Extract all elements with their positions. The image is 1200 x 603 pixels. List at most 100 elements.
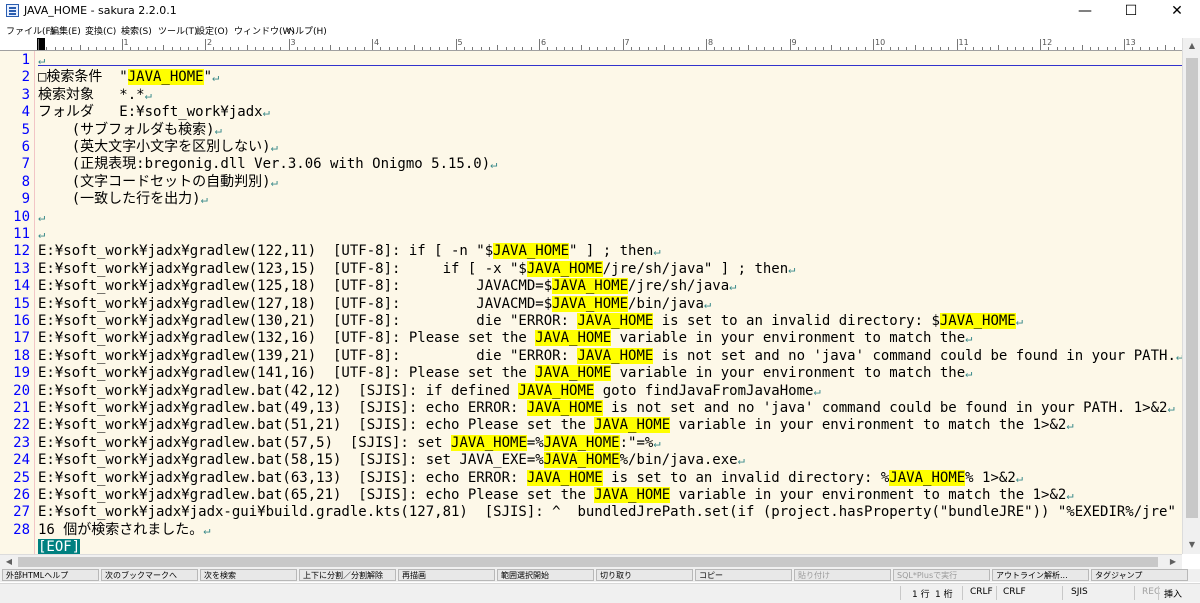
line-number[interactable]: 16 [0, 313, 30, 330]
line-number[interactable]: 28 [0, 522, 30, 539]
line-number[interactable]: 22 [0, 417, 30, 434]
function-key-button[interactable]: タグジャンプ [1091, 569, 1188, 581]
function-key-button[interactable]: 切り取り [596, 569, 693, 581]
text-line[interactable]: E:¥soft_work¥jadx¥gradlew.bat(58,15) [SJ… [38, 452, 745, 469]
line-number[interactable]: 15 [0, 296, 30, 313]
minimize-button[interactable]: — [1062, 0, 1108, 22]
vertical-scrollbar[interactable]: ▲ ▼ [1182, 38, 1200, 554]
line-number[interactable]: 10 [0, 209, 30, 226]
line-number[interactable]: 17 [0, 330, 30, 347]
text-line[interactable]: E:¥soft_work¥jadx¥gradlew.bat(42,12) [SJ… [38, 382, 821, 400]
horizontal-scrollbar[interactable]: ◀ ▶ [0, 554, 1182, 569]
function-key-button[interactable]: 再描画 [398, 569, 495, 581]
text-line[interactable]: 16 個が検索されました。↵ [38, 522, 211, 539]
ruler[interactable]: 1 2 3 4 5 6 7 8 9 10 11 12 13 [0, 38, 1182, 51]
function-key-button[interactable]: アウトライン解析... [992, 569, 1089, 581]
menu-item[interactable]: 検索(S) [121, 24, 152, 37]
line-number[interactable]: 7 [0, 156, 30, 173]
text-line[interactable]: ↵ [38, 209, 45, 226]
text-line[interactable]: フォルダ E:¥soft_work¥jadx↵ [38, 104, 270, 121]
menu-item[interactable]: 変換(C) [85, 24, 116, 37]
scroll-up-arrow-icon[interactable]: ▲ [1183, 41, 1200, 50]
maximize-button[interactable]: ☐ [1108, 0, 1154, 22]
menu-item[interactable]: 編集(E) [50, 24, 81, 37]
line-number[interactable]: 18 [0, 348, 30, 365]
horizontal-scroll-thumb[interactable] [18, 557, 1158, 567]
text-line[interactable]: E:¥soft_work¥jadx¥gradlew(125,18) [UTF-8… [38, 278, 736, 295]
scroll-left-arrow-icon[interactable]: ◀ [0, 557, 18, 566]
ruler-tick [472, 47, 474, 50]
line-number[interactable]: 24 [0, 452, 30, 469]
scroll-down-arrow-icon[interactable]: ▼ [1183, 540, 1200, 549]
text-line[interactable]: (正規表現:bregonig.dll Ver.3.06 with Onigmo … [38, 156, 498, 173]
line-number[interactable]: 9 [0, 191, 30, 208]
text-segment: =% [526, 434, 544, 451]
sakura-app-icon[interactable] [6, 4, 19, 17]
vertical-scroll-thumb[interactable] [1186, 58, 1198, 518]
menu-item[interactable]: ファイル(F) [6, 24, 54, 37]
ruler-tick [614, 47, 616, 50]
text-line[interactable]: E:¥soft_work¥jadx¥gradlew.bat(65,21) [SJ… [38, 487, 1074, 504]
text-line[interactable]: E:¥soft_work¥jadx¥gradlew(132,16) [UTF-8… [38, 330, 972, 347]
line-number[interactable]: 20 [0, 383, 30, 400]
editor-area[interactable]: 1 2 3 4 5 6 7 8 9 10 11 12 13 14 15 16 17 18 19 20 21 22 23 24 2… [0, 51, 1182, 554]
status-code[interactable]: CRLF [1003, 587, 1026, 597]
line-number[interactable]: 11 [0, 226, 30, 243]
status-insert-mode[interactable]: 挿入 [1164, 587, 1182, 600]
ruler-tick [906, 47, 908, 50]
text-line[interactable]: (文字コードセットの自動判別)↵ [38, 174, 278, 191]
line-number[interactable]: 8 [0, 174, 30, 191]
text-line[interactable]: ↵ [38, 226, 45, 243]
function-key-button[interactable]: 外部HTMLヘルプ [2, 569, 99, 581]
function-key-button[interactable]: コピー [695, 569, 792, 581]
line-number[interactable]: 3 [0, 87, 30, 104]
line-number[interactable]: 4 [0, 104, 30, 121]
text-line[interactable]: E:¥soft_work¥jadx¥gradlew(127,18) [UTF-8… [38, 295, 711, 313]
line-number[interactable]: 26 [0, 487, 30, 504]
scroll-right-arrow-icon[interactable]: ▶ [1164, 557, 1182, 566]
line-number[interactable]: 2 [0, 69, 30, 86]
text-line[interactable]: (英大文字小文字を区別しない)↵ [38, 139, 278, 156]
text-line[interactable]: E:¥soft_work¥jadx¥gradlew(123,15) [UTF-8… [38, 260, 795, 278]
line-number[interactable]: 12 [0, 243, 30, 260]
text-line[interactable]: ↵ [38, 52, 45, 69]
function-key-button[interactable]: 範囲選択開始 [497, 569, 594, 581]
text-line[interactable]: (サブフォルダも検索)↵ [38, 122, 222, 139]
menu-item[interactable]: ツール(T) [158, 24, 198, 37]
text-line[interactable]: E:¥soft_work¥jadx¥gradlew.bat(57,5) [SJI… [38, 434, 661, 452]
menu-item[interactable]: ヘルプ(H) [286, 24, 327, 37]
line-number[interactable]: 27 [0, 504, 30, 521]
text-line[interactable]: E:¥soft_work¥jadx¥gradlew.bat(63,13) [SJ… [38, 469, 1023, 487]
line-number[interactable]: 14 [0, 278, 30, 295]
text-line[interactable]: E:¥soft_work¥jadx¥gradlew(122,11) [UTF-8… [38, 243, 661, 260]
text-line[interactable]: 検索対象 *.*↵ [38, 87, 152, 104]
close-button[interactable]: ✕ [1154, 0, 1200, 22]
function-key-button[interactable]: 貼り付け [794, 569, 891, 581]
line-number[interactable]: 21 [0, 400, 30, 417]
line-number-gutter[interactable]: 1 2 3 4 5 6 7 8 9 10 11 12 13 14 15 16 17 18 19 20 21 22 23 24 2… [0, 51, 35, 554]
line-number[interactable]: 19 [0, 365, 30, 382]
text-line[interactable]: E:¥soft_work¥jadx¥gradlew(130,21) [UTF-8… [38, 313, 1023, 330]
status-eol[interactable]: CRLF [970, 587, 993, 597]
line-number[interactable]: 13 [0, 261, 30, 278]
function-key-button[interactable]: 上下に分割／分割解除 [299, 569, 396, 581]
menu-item[interactable]: 設定(O) [196, 24, 228, 37]
text-line[interactable]: E:¥soft_work¥jadx¥gradlew(141,16) [UTF-8… [38, 365, 972, 382]
text-line[interactable]: (一致した行を出力)↵ [38, 191, 208, 208]
line-number[interactable]: 25 [0, 470, 30, 487]
function-key-button[interactable]: SQL*Plusで実行 [893, 569, 990, 581]
function-key-button[interactable]: 次のブックマークへ [101, 569, 198, 581]
ruler-tick [154, 47, 156, 50]
status-encoding[interactable]: SJIS [1071, 587, 1088, 597]
line-number[interactable]: 5 [0, 122, 30, 139]
text-line[interactable]: □検索条件 "JAVA_HOME"↵ [38, 69, 219, 86]
text-line[interactable]: E:¥soft_work¥jadx¥gradlew.bat(51,21) [SJ… [38, 417, 1074, 434]
text-line[interactable]: E:¥soft_work¥jadx¥jadx-gui¥build.gradle.… [38, 504, 1182, 521]
line-number[interactable]: 23 [0, 435, 30, 452]
crlf-return-icon: ↵ [144, 87, 152, 102]
line-number[interactable]: 1 [0, 52, 30, 69]
line-number[interactable]: 6 [0, 139, 30, 156]
text-line[interactable]: E:¥soft_work¥jadx¥gradlew(139,21) [UTF-8… [38, 347, 1182, 365]
function-key-button[interactable]: 次を検索 [200, 569, 297, 581]
text-line[interactable]: E:¥soft_work¥jadx¥gradlew.bat(49,13) [SJ… [38, 400, 1175, 417]
